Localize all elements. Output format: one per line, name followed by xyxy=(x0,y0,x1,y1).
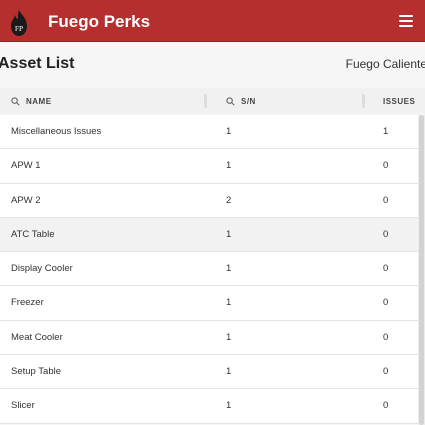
table-row[interactable]: Slicer 1 0 xyxy=(0,389,418,424)
table-header: NAME S/N ISSUES xyxy=(0,88,425,114)
table-row[interactable]: APW 1 1 0 xyxy=(0,149,418,184)
asset-name: Meat Cooler xyxy=(11,331,63,343)
asset-name: Setup Table xyxy=(11,366,62,378)
fuego-perks-logo[interactable]: FP xyxy=(7,9,31,37)
column-header-name[interactable]: NAME xyxy=(11,97,52,106)
asset-issue-count: 0 xyxy=(383,297,389,309)
table-row[interactable]: ATC Table 1 0 xyxy=(0,217,418,253)
table-row[interactable]: Freezer 1 0 xyxy=(0,286,418,321)
table-row[interactable]: Setup Table 1 0 xyxy=(0,355,418,390)
column-resize-handle[interactable] xyxy=(204,94,207,108)
asset-serial-number: 1 xyxy=(226,297,232,309)
column-header-sn-label: S/N xyxy=(241,97,256,106)
asset-issue-count: 0 xyxy=(383,400,389,412)
column-resize-handle[interactable] xyxy=(362,94,365,108)
column-header-issues-label: ISSUES xyxy=(383,97,416,106)
column-header-issues[interactable]: ISSUES xyxy=(383,97,415,106)
table-row[interactable]: APW 2 2 0 xyxy=(0,183,418,218)
column-header-sn[interactable]: S/N xyxy=(226,97,256,106)
asset-serial-number: 1 xyxy=(226,400,232,412)
asset-table-body: Miscellaneous Issues 1 1 APW 1 1 0 APW 2… xyxy=(0,115,418,424)
asset-name: ATC Table xyxy=(11,228,55,240)
asset-name: APW 2 xyxy=(11,194,41,206)
asset-issue-count: 0 xyxy=(383,366,389,378)
asset-serial-number: 1 xyxy=(226,228,232,240)
asset-name: Display Cooler xyxy=(11,263,73,275)
column-header-name-label: NAME xyxy=(26,97,52,106)
organization-name: Fuego Caliente xyxy=(345,57,425,71)
asset-issue-count: 0 xyxy=(383,228,389,240)
asset-serial-number: 1 xyxy=(226,160,232,172)
asset-name: Slicer xyxy=(11,400,35,412)
asset-issue-count: 0 xyxy=(383,331,389,343)
table-scrollbar[interactable] xyxy=(418,115,425,425)
table-row[interactable]: Meat Cooler 1 0 xyxy=(0,320,418,356)
logo-text: FP xyxy=(15,24,23,33)
scrollbar-thumb[interactable] xyxy=(419,115,424,425)
search-icon[interactable] xyxy=(226,97,235,106)
asset-issue-count: 1 xyxy=(383,126,389,137)
asset-issue-count: 0 xyxy=(383,194,389,206)
asset-serial-number: 1 xyxy=(226,263,232,275)
asset-serial-number: 1 xyxy=(226,126,232,137)
asset-name: Freezer xyxy=(11,297,44,309)
table-row[interactable]: Miscellaneous Issues 1 1 xyxy=(0,115,418,150)
asset-serial-number: 1 xyxy=(226,331,232,343)
asset-serial-number: 1 xyxy=(226,366,232,378)
asset-issue-count: 0 xyxy=(383,263,389,275)
top-bar: FP Fuego Perks xyxy=(0,0,425,42)
asset-name: Miscellaneous Issues xyxy=(11,126,102,137)
search-icon[interactable] xyxy=(11,97,20,106)
app-title: Fuego Perks xyxy=(48,12,151,31)
asset-issue-count: 0 xyxy=(383,160,389,172)
asset-name: APW 1 xyxy=(11,160,41,172)
hamburger-menu-icon[interactable] xyxy=(399,15,413,27)
table-row[interactable]: Display Cooler 1 0 xyxy=(0,252,418,287)
asset-serial-number: 2 xyxy=(226,194,232,206)
page-title: Asset List xyxy=(0,55,75,72)
